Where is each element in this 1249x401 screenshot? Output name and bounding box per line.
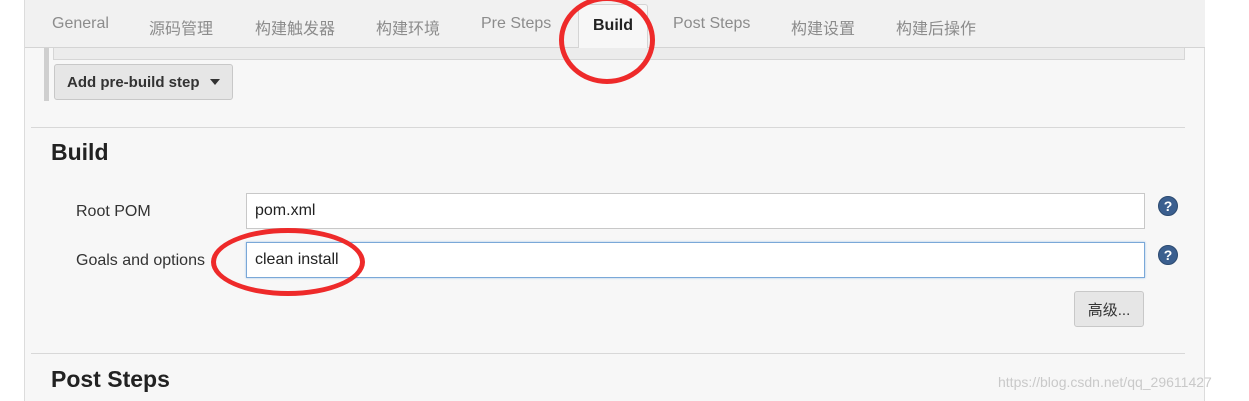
tab-source-management[interactable]: 源码管理 xyxy=(149,15,213,39)
watermark: https://blog.csdn.net/qq_29611427 xyxy=(998,374,1212,390)
tab-post-build-actions[interactable]: 构建后操作 xyxy=(896,15,976,39)
section-divider xyxy=(31,127,1185,128)
tab-build[interactable]: Build xyxy=(578,4,648,49)
goals-options-help-icon[interactable]: ? xyxy=(1158,245,1178,265)
post-steps-section-title: Post Steps xyxy=(51,366,170,392)
tab-post-steps[interactable]: Post Steps xyxy=(673,15,750,33)
root-pom-help-icon[interactable]: ? xyxy=(1158,196,1178,216)
tab-build-environment[interactable]: 构建环境 xyxy=(376,15,440,39)
tab-build-settings[interactable]: 构建设置 xyxy=(791,15,855,39)
section-divider xyxy=(31,353,1185,354)
root-pom-input[interactable] xyxy=(246,193,1145,229)
tab-build-triggers[interactable]: 构建触发器 xyxy=(255,15,335,39)
add-pre-build-step-label: Add pre-build step xyxy=(67,73,200,91)
root-pom-label: Root POM xyxy=(76,203,151,220)
add-pre-build-step-button[interactable]: Add pre-build step xyxy=(54,64,233,100)
goals-options-label: Goals and options xyxy=(76,252,205,269)
tab-pre-steps[interactable]: Pre Steps xyxy=(481,15,551,33)
job-config-panel: General 源码管理 构建触发器 构建环境 Pre Steps Build … xyxy=(24,0,1205,401)
pre-steps-box xyxy=(53,48,1185,60)
build-section-title: Build xyxy=(51,139,109,165)
advanced-button[interactable]: 高级... xyxy=(1074,291,1144,327)
caret-down-icon xyxy=(209,79,220,85)
tab-general[interactable]: General xyxy=(52,15,109,33)
goals-options-input[interactable] xyxy=(246,242,1145,278)
config-tab-bar: General 源码管理 构建触发器 构建环境 Pre Steps Build … xyxy=(25,0,1205,49)
